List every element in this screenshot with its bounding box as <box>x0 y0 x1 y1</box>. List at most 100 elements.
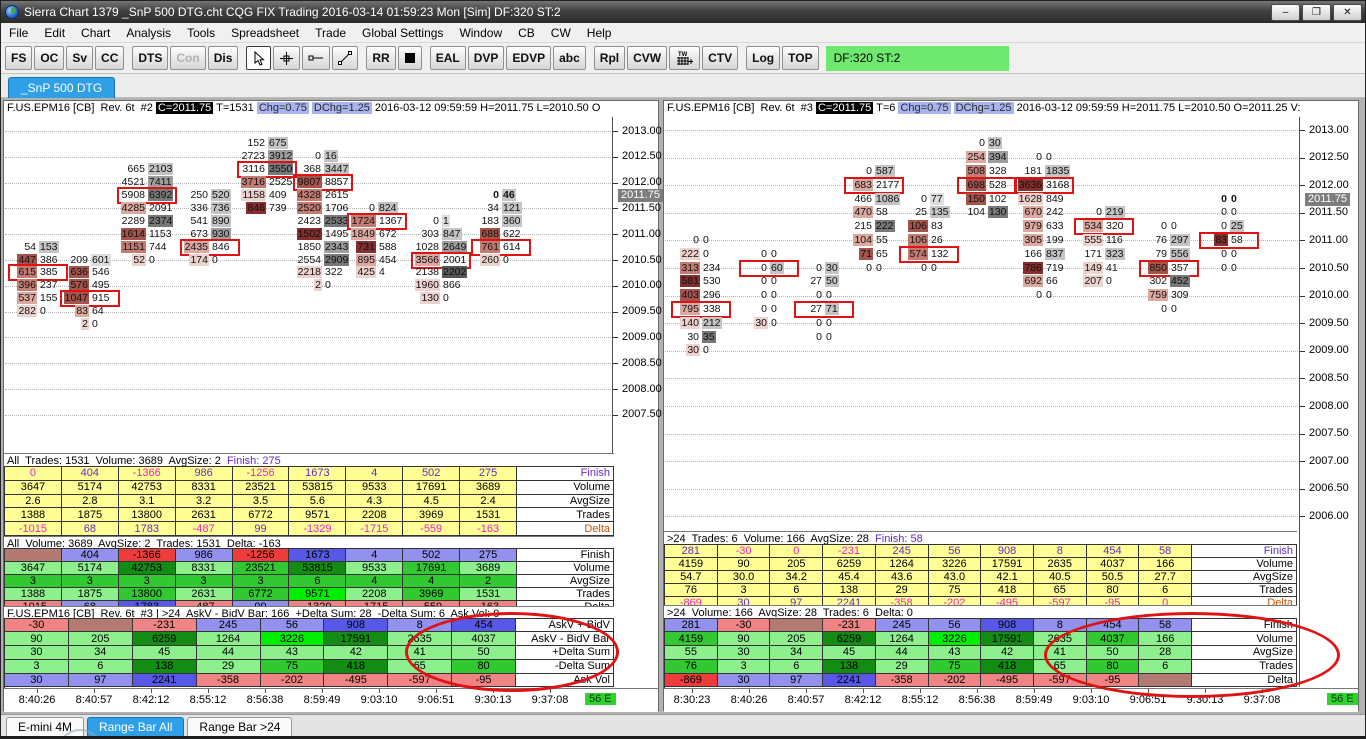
toolbar-button-ctv[interactable]: CTV <box>702 46 739 70</box>
menu-item-window[interactable]: Window <box>451 24 510 42</box>
toolbar-button-sv[interactable]: Sv <box>66 46 94 70</box>
chart-tab[interactable]: _SnP 500 DTG <box>8 77 116 98</box>
footprint-cell: 27 50 <box>796 275 852 288</box>
price-axis[interactable]: 2013.00 2012.50 2012.00 2011.50 2011.00 2010.… <box>613 117 663 687</box>
pointer-icon[interactable] <box>246 46 272 70</box>
bid-volume: 447 <box>17 253 37 266</box>
chartbook-tab-range-bar-24[interactable]: Range Bar >24 <box>187 717 293 736</box>
axis-tick <box>613 389 618 390</box>
left-chart-panel: F.US.EPM16 [CB] Rev. 6t #2 C=2011.75 T=1… <box>3 100 663 712</box>
table-cell: 5.6 <box>289 494 347 509</box>
menu-item-help[interactable]: Help <box>579 24 620 42</box>
footprint-chart[interactable]: 0 0 222 0 313 234 581 530 403 296 795 338 140 212 30 35… <box>665 117 1298 530</box>
menu-item-spreadsheet[interactable]: Spreadsheet <box>223 24 307 42</box>
table-cell: 4159 <box>665 632 718 647</box>
annotation-ellipse <box>405 612 619 692</box>
bid-volume: 683 <box>853 178 873 191</box>
table-cell: 76 <box>665 659 718 674</box>
bid-volume: 581 <box>680 275 700 288</box>
menu-item-global-settings[interactable]: Global Settings <box>354 24 451 42</box>
footprint-cell: 1158 409 <box>239 189 295 202</box>
time-axis[interactable]: 8:40:26 8:40:57 8:42:12 8:55:12 8:56:38 8:59:… <box>4 687 658 712</box>
ask-volume: 130 <box>988 206 1008 219</box>
toolbar-button-dts[interactable]: DTS <box>132 46 169 70</box>
toolbar-button-top[interactable]: TOP <box>782 46 819 70</box>
ask-volume: 0 <box>325 279 331 292</box>
table-cell: 40.5 <box>1033 571 1087 584</box>
toolbar-button-abc[interactable]: abc <box>553 46 586 70</box>
toolbar-button-rr[interactable]: RR <box>366 46 396 70</box>
footprint-chart[interactable]: 54 153 447 386 615 385 396 237 537 155 282 0 209 601 6… <box>5 117 611 452</box>
square-icon[interactable] <box>397 46 422 70</box>
menu-item-trade[interactable]: Trade <box>307 24 354 42</box>
toolbar-button-dis[interactable]: Dis <box>207 46 239 70</box>
menu-item-cw[interactable]: CW <box>543 24 579 42</box>
menu-item-file[interactable]: File <box>1 24 36 42</box>
toolbar-button-cvw[interactable]: CVW <box>627 46 668 70</box>
toolbar-button-dvp[interactable]: DVP <box>467 46 505 70</box>
bid-volume: 795 <box>680 302 700 315</box>
ask-volume: 0 <box>771 302 777 315</box>
toolbar-button-fs[interactable]: FS <box>5 46 33 70</box>
crosshair-icon[interactable] <box>273 46 301 70</box>
menu-item-edit[interactable]: Edit <box>36 24 73 42</box>
chartbook-tab-range-bar-all[interactable]: Range Bar All <box>87 717 185 736</box>
ask-volume: 2103 <box>148 163 174 176</box>
bid-volume: 0 <box>1161 302 1167 315</box>
bid-volume: 260 <box>480 253 500 266</box>
change-value: DChg=1.25 <box>311 102 372 114</box>
ask-volume: 0 <box>771 275 777 288</box>
table-cell: 4 <box>346 549 404 562</box>
menu-item-tools[interactable]: Tools <box>179 24 223 42</box>
axis-tick <box>1300 406 1305 407</box>
trendline-icon[interactable] <box>332 46 359 70</box>
horizontal-line-icon[interactable] <box>302 46 331 70</box>
minimize-button[interactable]: – <box>1271 3 1300 21</box>
menu-item-chart[interactable]: Chart <box>73 24 118 42</box>
price-axis[interactable]: 2013.00 2012.50 2012.00 2011.50 2011.00 2010.… <box>1300 117 1358 687</box>
toolbar-button-oc[interactable]: OC <box>34 46 65 70</box>
ask-volume: 323 <box>1105 247 1125 260</box>
title-bar[interactable]: Sierra Chart 1379 _SnP 500 DTG.cht CQG F… <box>1 1 1365 23</box>
tpo-grid-icon[interactable]: TW <box>669 46 701 70</box>
menu-item-cb[interactable]: CB <box>510 24 543 42</box>
table-cell: 1264 <box>875 558 929 571</box>
crosshair-icon <box>280 51 294 65</box>
toolbar-button-cc[interactable]: CC <box>95 46 125 70</box>
bid-volume: 76 <box>1155 233 1167 246</box>
time-axis-label: 9:30:13 <box>474 693 512 706</box>
ask-volume: 320 <box>1106 220 1124 233</box>
toolbar-button-log[interactable]: Log <box>746 46 781 70</box>
bid-volume: 130 <box>420 292 440 305</box>
table-cell: 4037 <box>1086 558 1140 571</box>
bid-volume: 1047 <box>63 292 89 305</box>
bid-volume: 2218 <box>296 266 322 279</box>
footprint-cell: 2435 846 <box>182 240 238 254</box>
maximize-button[interactable]: ❐ <box>1302 3 1331 21</box>
footprint-cell: 1724 1367 <box>349 214 405 228</box>
table-cell: 2631 <box>175 508 233 523</box>
footprint-cell: 692 66 <box>1016 275 1072 288</box>
axis-tick <box>613 208 618 210</box>
footprint-cell: 106 83 <box>901 220 957 233</box>
footprint-cell: 2218 322 <box>295 266 351 279</box>
toolbar-button-rpl[interactable]: Rpl <box>593 46 626 70</box>
bid-volume: 2289 <box>121 214 145 227</box>
bid-volume: 1158 <box>241 189 266 201</box>
bid-volume: 0 <box>761 289 767 302</box>
chart-axis-separator <box>1299 117 1300 687</box>
table-cell: 6259 <box>132 632 197 647</box>
toolbar-button-eal[interactable]: EAL <box>429 46 466 70</box>
close-button[interactable]: ✕ <box>1333 3 1362 21</box>
bid-volume: 83 <box>75 305 89 318</box>
footprint-cell: 1047 915 <box>62 292 118 305</box>
table-cell: 281 <box>665 545 718 558</box>
table-cell: 23521 <box>232 480 290 495</box>
footprint-cell: 508 328 <box>959 164 1015 178</box>
toolbar-button-edvp[interactable]: EDVP <box>506 46 552 70</box>
menu-item-analysis[interactable]: Analysis <box>118 24 179 42</box>
toolbar-button-con[interactable]: Con <box>170 46 206 70</box>
footprint-cell: 00 <box>796 331 852 344</box>
table-cell: 97 <box>68 673 133 688</box>
footprint-cell: 0 587 <box>846 164 902 178</box>
